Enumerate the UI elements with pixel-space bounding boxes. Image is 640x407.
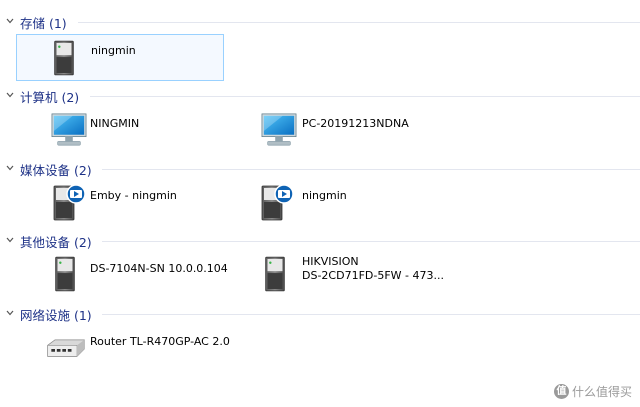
device-label: PC-20191213NDNA [302,117,409,130]
group-header-network-infrastructure[interactable]: 网络设施 (1) [0,304,640,324]
device-item-storage-ningmin[interactable]: ningmin [16,34,224,81]
watermark-text: 什么值得买 [571,385,632,399]
divider [78,22,640,23]
group-title: 其他设备 (2) [20,235,92,250]
group-title: 计算机 (2) [20,90,80,105]
device-label: Router TL-R470GP-AC 2.0 [90,335,230,348]
watermark-logo: 值 [553,384,569,399]
divider [102,314,640,315]
group-header-computers[interactable]: 计算机 (2) [0,86,640,106]
chevron-down-icon[interactable] [5,90,15,100]
device-item-router[interactable]: Router TL-R470GP-AC 2.0 [40,326,260,370]
device-label-line2: DS-2CD71FD-5FW - 473... [302,269,444,282]
device-item-computer-pc[interactable]: PC-20191213NDNA [252,108,482,152]
media-server-icon [256,181,296,223]
device-label: ningmin [302,189,347,202]
computer-icon [258,112,300,148]
watermark: 值 什么值得买 [553,383,632,400]
media-server-icon [48,181,88,223]
device-item-ds-7104n[interactable]: DS-7104N-SN 10.0.0.104 [40,251,240,297]
group-title: 存储 (1) [20,16,67,31]
computer-icon [48,112,90,148]
device-item-media-ningmin[interactable]: ningmin [252,179,452,225]
group-title: 媒体设备 (2) [20,163,92,178]
router-icon [44,336,88,362]
device-label: NINGMIN [90,117,140,130]
divider [102,169,640,170]
storage-drive-icon [49,39,79,77]
chevron-down-icon[interactable] [5,235,15,245]
chevron-down-icon[interactable] [5,16,15,26]
divider [102,241,640,242]
device-icon [260,255,290,293]
device-label: Emby - ningmin [90,189,177,202]
device-label-line1: HIKVISION [302,255,359,268]
divider [90,96,640,97]
device-item-media-emby[interactable]: Emby - ningmin [40,179,240,225]
group-header-other-devices[interactable]: 其他设备 (2) [0,231,640,251]
device-label: DS-7104N-SN 10.0.0.104 [90,262,228,275]
device-item-hikvision[interactable]: HIKVISION DS-2CD71FD-5FW - 473... [252,251,482,297]
group-header-storage[interactable]: 存储 (1) [0,12,640,32]
group-title: 网络设施 (1) [20,308,92,323]
chevron-down-icon[interactable] [5,308,15,318]
group-header-media-devices[interactable]: 媒体设备 (2) [0,159,640,179]
device-label: ningmin [91,44,136,57]
device-icon [50,255,80,293]
device-item-computer-ningmin[interactable]: NINGMIN [40,108,240,152]
chevron-down-icon[interactable] [5,163,15,173]
